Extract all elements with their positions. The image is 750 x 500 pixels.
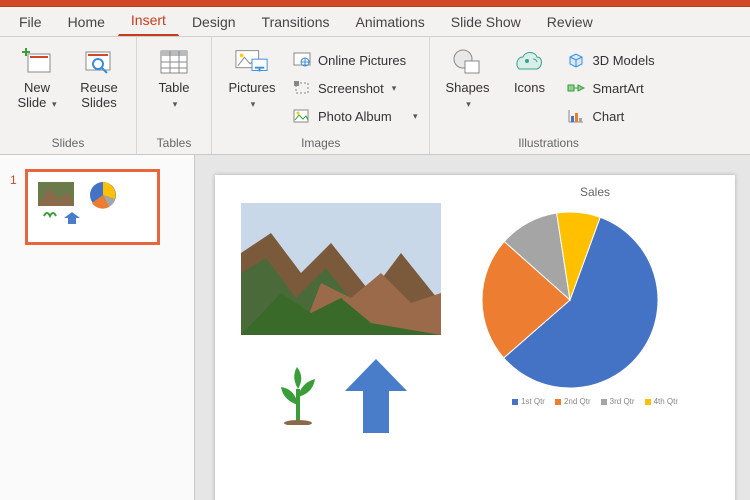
tab-animations[interactable]: Animations [342,7,437,36]
photo-album-label: Photo Album [318,109,392,124]
table-button[interactable]: Table▾ [147,43,201,113]
tab-file[interactable]: File [6,7,55,36]
shapes-label: Shapes▾ [445,81,489,111]
slide-pie-chart[interactable]: Sales 1st Qtr2nd Qtr3rd Qtr4th Qtr [465,185,725,445]
group-illustrations-label: Illustrations [440,134,656,154]
slide-number: 1 [10,169,17,187]
smartart-label: SmartArt [592,81,643,96]
slide-thumbnail-1[interactable]: 1 [10,169,184,245]
slide-canvas[interactable]: Sales 1st Qtr2nd Qtr3rd Qtr4th Qtr [215,175,735,500]
slide-plant-icon[interactable] [273,365,323,425]
online-pictures-icon [292,50,312,70]
new-slide-icon [20,45,54,79]
reuse-slides-label: Reuse Slides [80,81,118,111]
icons-icon [512,45,546,79]
chart-label: Chart [592,109,624,124]
pictures-icon [235,45,269,79]
group-tables-label: Tables [147,134,201,154]
cube-icon [566,50,586,70]
photo-album-icon [292,106,312,126]
reuse-slides-icon [82,45,116,79]
tab-home[interactable]: Home [55,7,118,36]
slide-arrow-shape[interactable] [341,357,411,437]
slide-picture[interactable] [241,203,441,335]
new-slide-label: New Slide ▾ [17,81,56,111]
shapes-icon [450,45,484,79]
app-window: File Home Insert Design Transitions Anim… [0,0,750,500]
tab-design[interactable]: Design [179,7,249,36]
photo-album-button[interactable]: Photo Album ▾ [290,103,419,129]
icons-button[interactable]: Icons [502,43,556,98]
smartart-icon [566,78,586,98]
screenshot-icon [292,78,312,98]
pictures-button[interactable]: Pictures▾ [222,43,282,113]
tab-insert[interactable]: Insert [118,5,179,36]
thumbnail-pane: 1 [0,155,195,500]
table-label: Table▾ [158,81,189,111]
group-images-label: Images [222,134,419,154]
shapes-button[interactable]: Shapes▾ [440,43,494,113]
chart-legend: 1st Qtr2nd Qtr3rd Qtr4th Qtr [465,397,725,406]
ribbon-tabstrip: File Home Insert Design Transitions Anim… [0,7,750,37]
pictures-label: Pictures▾ [229,81,276,111]
tab-transitions[interactable]: Transitions [249,7,343,36]
group-tables: Table▾ Tables [137,37,212,154]
reuse-slides-button[interactable]: Reuse Slides [72,43,126,113]
3d-models-button[interactable]: 3D Models [564,47,656,73]
tab-slideshow[interactable]: Slide Show [438,7,534,36]
slide-editor[interactable]: Sales 1st Qtr2nd Qtr3rd Qtr4th Qtr [195,155,750,500]
group-slides: New Slide ▾ Reuse Slides Slides [0,37,137,154]
new-slide-button[interactable]: New Slide ▾ [10,43,64,113]
chart-icon [566,106,586,126]
icons-label: Icons [514,81,545,96]
pie-chart-svg [465,205,675,395]
chart-button[interactable]: Chart [564,103,656,129]
title-bar [0,0,750,7]
group-images: Pictures▾ Online Pictures Screenshot▾ [212,37,430,154]
online-pictures-label: Online Pictures [318,53,406,68]
screenshot-button[interactable]: Screenshot▾ [290,75,419,101]
chart-title: Sales [465,185,725,205]
workspace: 1 [0,155,750,500]
online-pictures-button[interactable]: Online Pictures [290,47,419,73]
smartart-button[interactable]: SmartArt [564,75,656,101]
group-slides-label: Slides [10,134,126,154]
table-icon [157,45,191,79]
ribbon: New Slide ▾ Reuse Slides Slides [0,37,750,155]
tab-review[interactable]: Review [534,7,606,36]
screenshot-label: Screenshot [318,81,384,96]
group-illustrations: Shapes▾ Icons 3D Models [430,37,666,154]
3d-models-label: 3D Models [592,53,654,68]
